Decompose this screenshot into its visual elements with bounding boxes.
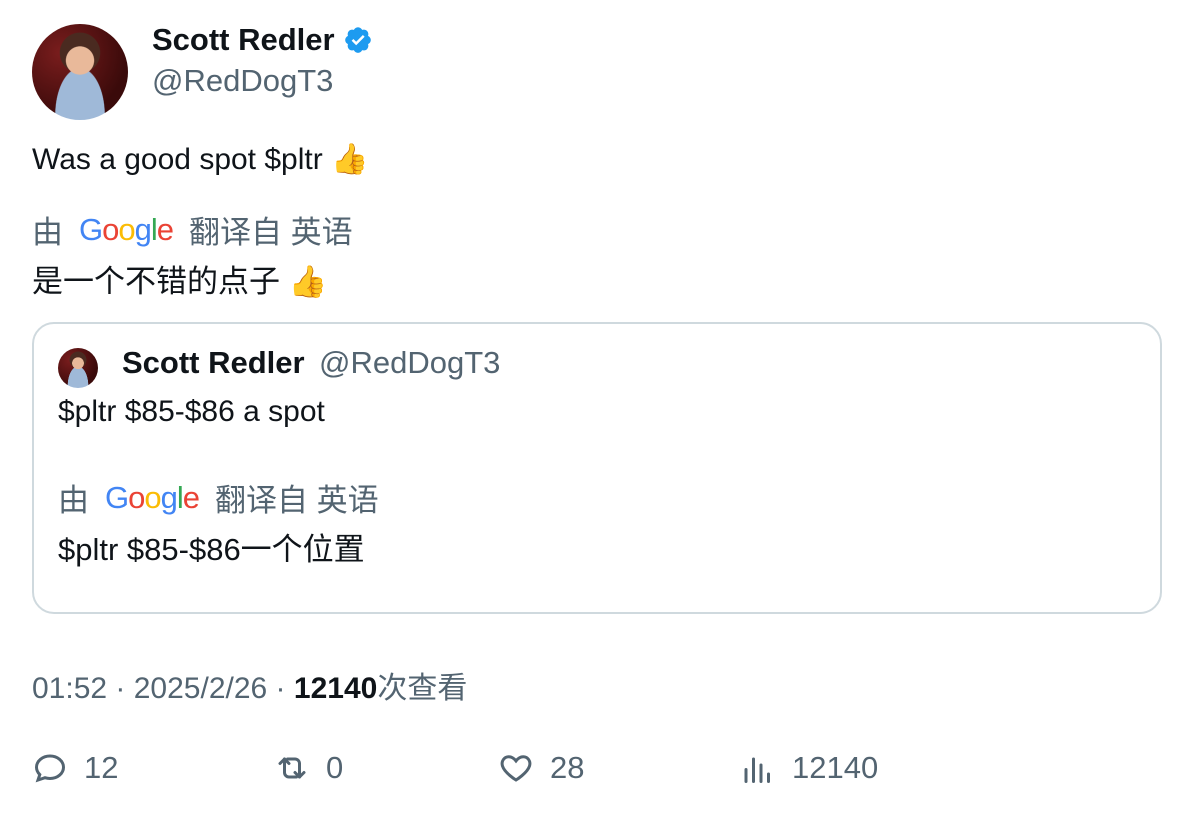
author-handle[interactable]: @RedDogT3	[152, 63, 333, 99]
translate-suffix: 翻译自 英语	[215, 483, 379, 518]
translated-text: 是一个不错的点子 👍	[32, 264, 328, 299]
like-button[interactable]: 28	[498, 750, 584, 786]
views-label: 次查看	[377, 672, 468, 705]
verified-badge-icon	[344, 27, 371, 53]
reply-icon	[34, 754, 66, 783]
analytics-icon	[744, 757, 770, 783]
quoted-translated-text: $pltr $85-$86一个位置	[58, 532, 365, 567]
reply-count: 12	[84, 750, 119, 785]
quoted-translation-attribution[interactable]: 由 Google 翻译自 英语	[58, 475, 379, 520]
views-button[interactable]: 12140	[740, 750, 878, 786]
tweet-time[interactable]: 01:52	[32, 672, 107, 705]
reply-button[interactable]: 12	[32, 750, 118, 786]
author-avatar[interactable]	[32, 24, 128, 120]
views-action-count: 12140	[792, 750, 879, 785]
translate-prefix: 由	[32, 215, 63, 250]
retweet-icon	[278, 757, 306, 779]
translate-suffix: 翻译自 英语	[189, 215, 353, 250]
google-logo: Google	[105, 479, 200, 515]
like-count: 28	[550, 750, 585, 785]
translation-attribution[interactable]: 由 Google 翻译自 英语	[32, 207, 353, 252]
tweet-date[interactable]: 2025/2/26	[134, 672, 267, 705]
translate-prefix: 由	[58, 483, 89, 518]
tweet-metadata: 01:52 · 2025/2/26 · 12140次查看	[32, 672, 468, 705]
author-name-row[interactable]: Scott Redler	[152, 22, 373, 58]
quoted-author-avatar	[58, 348, 98, 388]
heart-icon	[500, 755, 532, 782]
quoted-author-handle: @RedDogT3	[319, 345, 501, 380]
google-logo: Google	[79, 211, 174, 247]
views-count: 12140	[293, 672, 378, 705]
author-name[interactable]: Scott Redler	[152, 22, 335, 58]
retweet-button[interactable]: 0	[274, 750, 343, 786]
quoted-tweet-text: $pltr $85-$86 a spot	[58, 395, 325, 428]
retweet-count: 0	[326, 750, 344, 785]
tweet-text: Was a good spot $pltr 👍	[32, 143, 369, 176]
quoted-author-name: Scott Redler	[122, 345, 305, 380]
